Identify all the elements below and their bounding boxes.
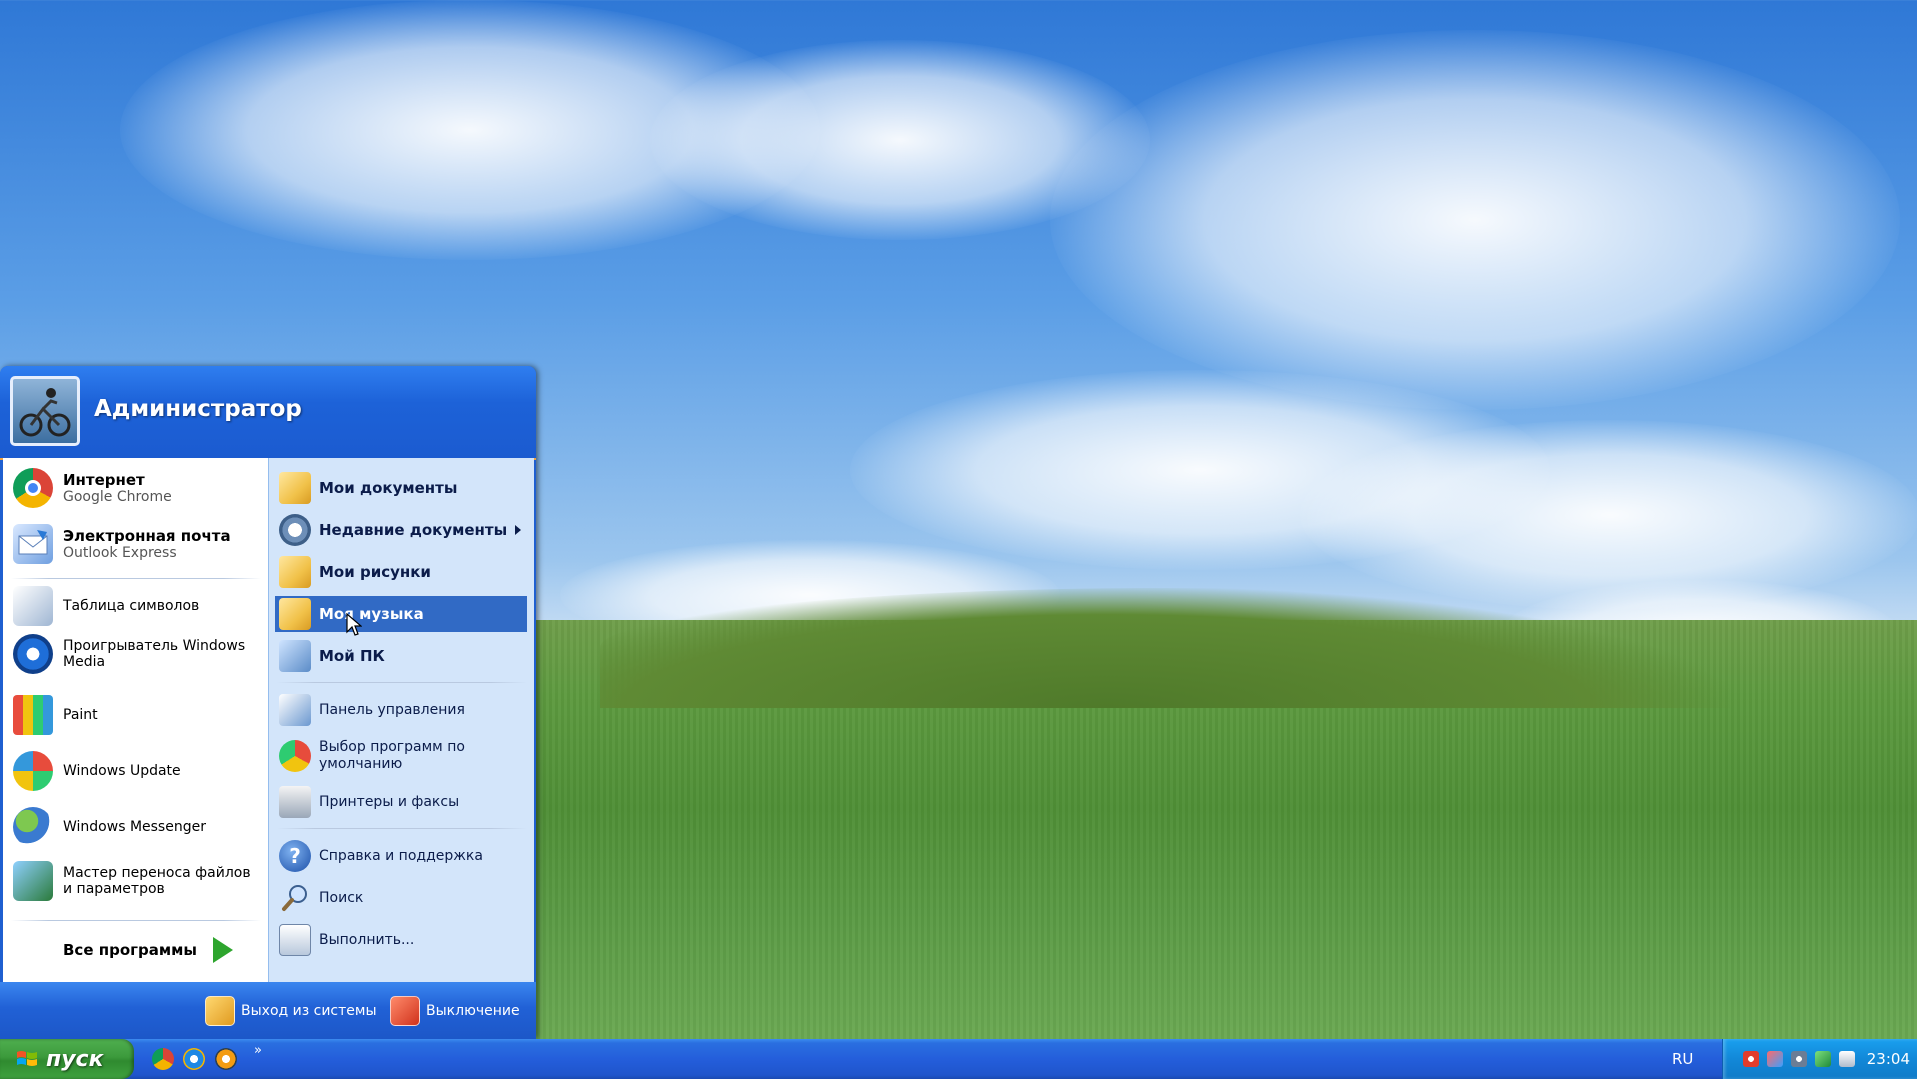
quick-launch-chrome-icon[interactable] <box>152 1048 174 1070</box>
system-label: Выбор программ по умолчанию <box>319 739 465 772</box>
recent-item-label: Проигрыватель Windows Media <box>63 638 246 670</box>
tool-help[interactable]: ? Справка и поддержка <box>275 838 527 874</box>
tool-run[interactable]: Выполнить... <box>275 922 527 958</box>
all-programs-button[interactable]: Все программы <box>63 928 233 972</box>
pinned-item-title: Интернет <box>63 470 145 489</box>
place-label: Мои рисунки <box>319 563 431 581</box>
menu-separator <box>11 578 261 579</box>
vmware-tools-icon[interactable] <box>1839 1051 1855 1067</box>
default-programs-icon <box>279 740 311 772</box>
place-my-music[interactable]: Моя музыка <box>275 596 527 632</box>
help-icon: ? <box>279 840 311 872</box>
menu-separator <box>277 828 527 829</box>
windows-media-player-icon <box>13 634 53 674</box>
user-avatar[interactable] <box>10 376 80 446</box>
key-icon <box>205 996 235 1026</box>
recent-item-media-player[interactable]: Проигрыватель Windows Media <box>13 634 263 674</box>
all-programs-label: Все программы <box>63 941 197 959</box>
security-shield-icon[interactable] <box>1743 1051 1759 1067</box>
system-label: Панель управления <box>319 701 465 718</box>
paint-icon <box>13 695 53 735</box>
run-icon <box>279 924 311 956</box>
system-printers[interactable]: Принтеры и факсы <box>275 784 527 820</box>
tool-label: Справка и поддержка <box>319 847 483 864</box>
transfer-wizard-icon <box>13 861 53 901</box>
my-pictures-icon <box>279 556 311 588</box>
mouse-cursor-icon <box>346 613 362 636</box>
recent-item-label: Paint <box>63 707 98 723</box>
system-control-panel[interactable]: Панель управления <box>275 692 527 728</box>
start-button[interactable]: пуск <box>0 1039 134 1079</box>
tool-label: Выполнить... <box>319 931 415 948</box>
shutdown-button[interactable]: Выключение <box>390 996 520 1026</box>
start-menu-places-pane: Мои документы Недавние документы Мои рис… <box>268 458 534 982</box>
menu-separator <box>11 920 261 921</box>
pinned-item-title: Электронная почта <box>63 526 231 545</box>
arrow-right-icon <box>212 937 233 963</box>
clock[interactable]: 23:04 <box>1867 1050 1910 1068</box>
my-computer-icon <box>279 640 311 672</box>
pinned-item-email[interactable]: Электронная почта Outlook Express <box>13 524 231 564</box>
recent-item-windows-messenger[interactable]: Windows Messenger <box>13 805 206 849</box>
recent-item-label: Таблица символов <box>63 598 200 614</box>
tool-search[interactable]: Поиск <box>275 880 527 916</box>
system-default-programs[interactable]: Выбор программ по умолчанию <box>275 734 527 778</box>
quick-launch-media-player-icon[interactable] <box>215 1048 237 1070</box>
my-music-icon <box>279 598 311 630</box>
taskbar: пуск » RU 23:04 <box>0 1039 1917 1079</box>
place-my-documents[interactable]: Мои документы <box>275 470 527 506</box>
recent-item-paint[interactable]: Paint <box>13 693 98 737</box>
character-map-icon <box>13 586 53 626</box>
quick-launch-internet-explorer-icon[interactable] <box>183 1048 205 1070</box>
windows-update-icon <box>13 751 53 791</box>
network-icon[interactable] <box>1767 1051 1783 1067</box>
place-label: Мой ПК <box>319 647 385 665</box>
system-label: Принтеры и факсы <box>319 793 460 810</box>
pinned-item-subtitle: Google Chrome <box>63 488 172 505</box>
chevron-right-icon <box>515 525 521 535</box>
place-my-computer[interactable]: Мой ПК <box>275 638 527 674</box>
logoff-button[interactable]: Выход из системы <box>205 996 377 1026</box>
chrome-icon <box>13 468 53 508</box>
start-menu-programs-pane: Интернет Google Chrome Электронная почта… <box>3 458 268 982</box>
pinned-item-internet[interactable]: Интернет Google Chrome <box>13 468 172 508</box>
user-name: Администратор <box>94 396 302 422</box>
system-tray: 23:04 <box>1722 1039 1917 1079</box>
place-label: Мои документы <box>319 479 458 497</box>
my-documents-icon <box>279 472 311 504</box>
language-indicator[interactable]: RU <box>1672 1050 1693 1068</box>
logoff-label: Выход из системы <box>241 1003 377 1019</box>
recent-documents-icon <box>279 514 311 546</box>
place-my-pictures[interactable]: Мои рисунки <box>275 554 527 590</box>
recent-item-windows-update[interactable]: Windows Update <box>13 749 181 793</box>
printers-icon <box>279 786 311 818</box>
recent-item-label: Мастер переноса файлов и параметров <box>63 865 251 897</box>
start-menu: Администратор Интернет Google Chrome Эле… <box>0 366 536 1039</box>
start-menu-header: Администратор <box>0 366 536 460</box>
recent-item-label: Windows Update <box>63 763 181 779</box>
place-recent-documents[interactable]: Недавние документы <box>275 512 527 548</box>
search-icon <box>279 882 311 914</box>
power-icon <box>390 996 420 1026</box>
place-label: Моя музыка <box>319 605 424 623</box>
menu-separator <box>277 682 527 683</box>
start-menu-footer: Выход из системы Выключение <box>0 982 536 1039</box>
recent-item-character-map[interactable]: Таблица символов <box>13 584 199 628</box>
windows-flag-icon <box>17 1051 37 1066</box>
quick-launch-more-button[interactable]: » <box>254 1043 262 1058</box>
update-shield-icon[interactable] <box>1815 1051 1831 1067</box>
start-label: пуск <box>46 1046 104 1072</box>
shutdown-label: Выключение <box>426 1003 520 1019</box>
windows-messenger-icon <box>13 807 53 847</box>
volume-icon[interactable] <box>1791 1051 1807 1067</box>
recent-item-label: Windows Messenger <box>63 819 206 835</box>
tool-label: Поиск <box>319 889 364 906</box>
pinned-item-subtitle: Outlook Express <box>63 544 177 561</box>
place-label: Недавние документы <box>319 521 508 539</box>
control-panel-icon <box>279 694 311 726</box>
recent-item-transfer-wizard[interactable]: Мастер переноса файлов и параметров <box>13 861 263 901</box>
outlook-express-icon <box>13 524 53 564</box>
